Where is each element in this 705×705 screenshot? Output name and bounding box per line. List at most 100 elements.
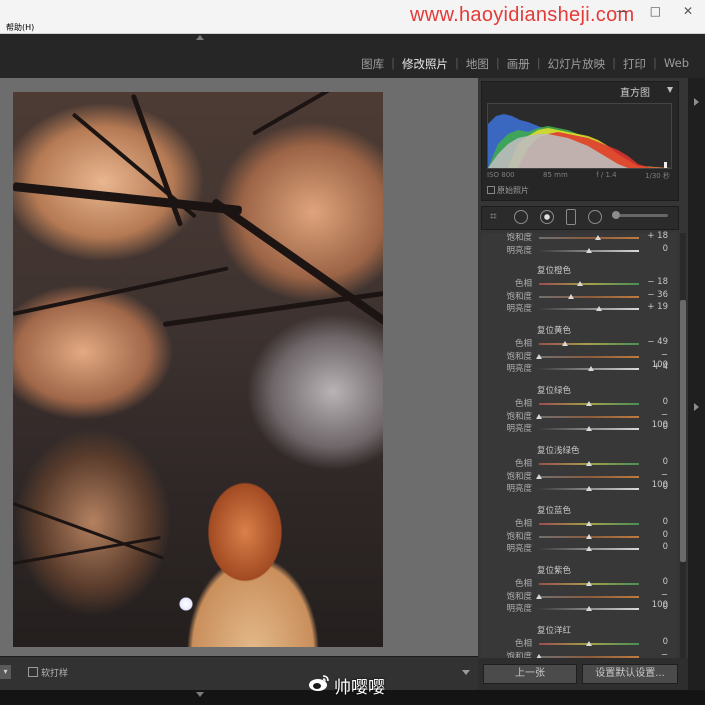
radial-filter-icon[interactable] xyxy=(588,210,602,224)
slider-thumb[interactable] xyxy=(595,235,601,240)
slider-value[interactable]: 0 xyxy=(642,577,668,587)
module-tab[interactable]: 图库 xyxy=(361,56,384,72)
slider-label: 饱和度 xyxy=(506,351,532,362)
slider-track[interactable] xyxy=(539,283,639,285)
slider-thumb[interactable] xyxy=(586,581,592,586)
red-eye-icon[interactable] xyxy=(540,210,554,224)
collapse-filmstrip-icon[interactable] xyxy=(196,692,204,697)
slider-thumb[interactable] xyxy=(577,281,583,286)
hsl-group-reset-title[interactable]: 复位紫色 xyxy=(537,564,571,576)
crop-icon[interactable]: ⌗ xyxy=(490,210,502,222)
photo-cherry-blossom-portrait[interactable] xyxy=(13,92,383,647)
slider-value[interactable]: 0 xyxy=(642,602,668,612)
slider-thumb[interactable] xyxy=(536,473,542,479)
slider-label: 色相 xyxy=(514,639,532,649)
slider-track[interactable] xyxy=(539,237,639,239)
slider-thumb[interactable] xyxy=(586,486,592,492)
panel-scrollbar-thumb[interactable] xyxy=(680,300,686,562)
slider-thumb[interactable] xyxy=(568,293,574,299)
slider-value[interactable]: 0 xyxy=(642,637,668,647)
slider-value[interactable]: + 19 xyxy=(642,302,668,312)
module-tab[interactable]: 修改照片 xyxy=(402,56,448,72)
module-tab[interactable]: 幻灯片放映 xyxy=(548,56,606,72)
slider-thumb[interactable] xyxy=(586,546,592,552)
slider-track[interactable] xyxy=(539,308,639,311)
slider-track[interactable] xyxy=(539,415,639,418)
toolbar-dropdown-icon[interactable] xyxy=(462,670,470,675)
slider-track[interactable] xyxy=(539,475,639,478)
slider-label: 明亮度 xyxy=(506,484,532,495)
view-mode-button[interactable]: ▾ xyxy=(0,665,11,679)
soft-proof-checkbox[interactable] xyxy=(28,667,38,677)
hsl-group-reset-title[interactable]: 复位橙色 xyxy=(537,264,571,276)
collapse-top-panel-icon[interactable] xyxy=(196,35,204,40)
close-icon[interactable]: ✕ xyxy=(683,4,693,18)
slider-thumb[interactable] xyxy=(586,461,592,466)
graduated-filter-icon[interactable] xyxy=(566,209,576,225)
reset-default-button[interactable]: 设置默认设置... xyxy=(582,664,678,684)
slider-thumb[interactable] xyxy=(536,413,542,419)
slider-thumb[interactable] xyxy=(586,521,592,526)
slider-label: 色相 xyxy=(514,399,532,409)
slider-value[interactable]: 0 xyxy=(642,244,668,254)
slider-thumb[interactable] xyxy=(586,247,592,253)
slider-thumb[interactable] xyxy=(561,341,568,346)
slider-thumb[interactable] xyxy=(536,593,542,599)
slider-thumb[interactable] xyxy=(586,426,592,432)
module-separator: | xyxy=(495,56,500,70)
slider-thumb[interactable] xyxy=(588,366,594,372)
slider-thumb[interactable] xyxy=(595,306,602,312)
expand-right-panel-icon-2[interactable] xyxy=(694,403,699,411)
maximize-icon[interactable]: □ xyxy=(650,4,661,18)
hsl-group-reset-title[interactable]: 复位洋红 xyxy=(537,624,571,636)
module-tab[interactable]: 地图 xyxy=(466,56,489,72)
module-tab[interactable]: 打印 xyxy=(623,56,646,72)
previous-button[interactable]: 上一张 xyxy=(483,664,577,684)
right-edge-strip xyxy=(688,78,705,690)
slider-value[interactable]: 0 xyxy=(642,457,668,467)
module-separator: | xyxy=(612,56,617,70)
slider-value[interactable]: 0 xyxy=(642,542,668,552)
expand-right-panel-icon[interactable] xyxy=(694,98,699,106)
slider-value[interactable]: 0 xyxy=(642,422,668,432)
slider-thumb[interactable] xyxy=(586,641,592,646)
histogram-title[interactable]: 直方图 xyxy=(620,84,650,99)
hsl-group-reset-title[interactable]: 复位浅绿色 xyxy=(537,444,580,456)
weibo-icon xyxy=(309,675,329,691)
slider-label: 饱和度 xyxy=(506,291,532,302)
slider-value[interactable]: 0 xyxy=(642,482,668,492)
slider-value[interactable]: − 49 xyxy=(642,337,668,347)
slider-track[interactable] xyxy=(539,595,639,598)
hsl-group-reset-title[interactable]: 复位绿色 xyxy=(537,384,571,396)
slider-thumb[interactable] xyxy=(586,401,592,406)
slider-value[interactable]: + 4 xyxy=(642,362,668,372)
adjustment-brush-icon[interactable] xyxy=(612,214,668,217)
module-tab[interactable]: Web xyxy=(664,56,689,72)
slider-track[interactable] xyxy=(539,295,639,298)
slider-value[interactable]: 0 xyxy=(642,530,668,540)
original-photo-checkbox[interactable] xyxy=(487,186,495,194)
slider-label: 饱和度 xyxy=(506,531,532,542)
help-menu[interactable]: 帮助(H) xyxy=(6,22,34,33)
slider-value[interactable]: + 18 xyxy=(642,231,668,241)
histogram-graph xyxy=(487,103,672,169)
slider-value[interactable]: 0 xyxy=(642,397,668,407)
slider-label: 色相 xyxy=(514,579,532,589)
slider-thumb[interactable] xyxy=(586,606,592,612)
soft-proof-label: 软打样 xyxy=(41,669,69,679)
slider-value[interactable]: 0 xyxy=(642,517,668,527)
histogram-collapse-icon[interactable] xyxy=(667,87,673,93)
module-tab[interactable]: 画册 xyxy=(507,56,530,72)
slider-track[interactable] xyxy=(539,343,639,345)
hsl-group-reset-title[interactable]: 复位黄色 xyxy=(537,324,571,336)
viewer-toolbar xyxy=(0,656,478,691)
histogram-exif: ISO 800 85 mm f / 1.4 1/30 秒 xyxy=(487,171,670,181)
slider-thumb[interactable] xyxy=(536,353,542,359)
hsl-group-reset-title[interactable]: 复位蓝色 xyxy=(537,504,571,516)
slider-value[interactable]: − 18 xyxy=(642,277,668,287)
slider-track[interactable] xyxy=(539,355,639,358)
slider-value[interactable]: − 36 xyxy=(642,290,668,300)
minimize-icon[interactable]: — xyxy=(616,4,628,18)
spot-removal-icon[interactable] xyxy=(514,210,528,224)
slider-thumb[interactable] xyxy=(586,533,592,539)
